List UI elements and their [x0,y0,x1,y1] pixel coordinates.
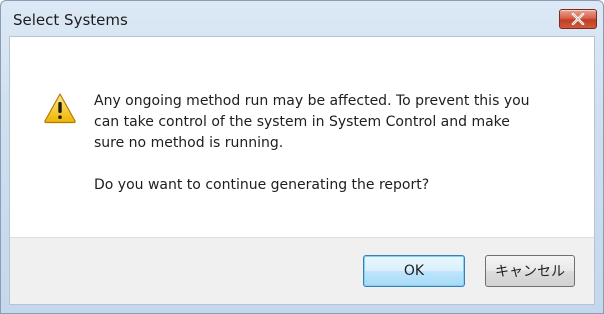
dialog-body: Any ongoing method run may be affected. … [9,36,595,305]
message-line: Any ongoing method run may be affected. … [94,93,530,109]
ok-button[interactable]: OK [363,255,465,287]
close-icon [571,13,585,25]
message-area: Any ongoing method run may be affected. … [10,37,594,237]
dialog-window: Select Systems Any ongoing method run ma… [0,0,604,314]
message-line: can take control of the system in System… [94,114,510,130]
title-bar[interactable]: Select Systems [1,1,603,36]
warning-message: Any ongoing method run may be affected. … [94,91,574,154]
message-line: sure no method is running. [94,135,284,151]
window-title: Select Systems [13,11,128,29]
cancel-button[interactable]: キャンセル [485,255,575,287]
confirmation-question: Do you want to continue generating the r… [94,177,430,193]
warning-icon [44,93,76,124]
close-button[interactable] [559,9,597,29]
